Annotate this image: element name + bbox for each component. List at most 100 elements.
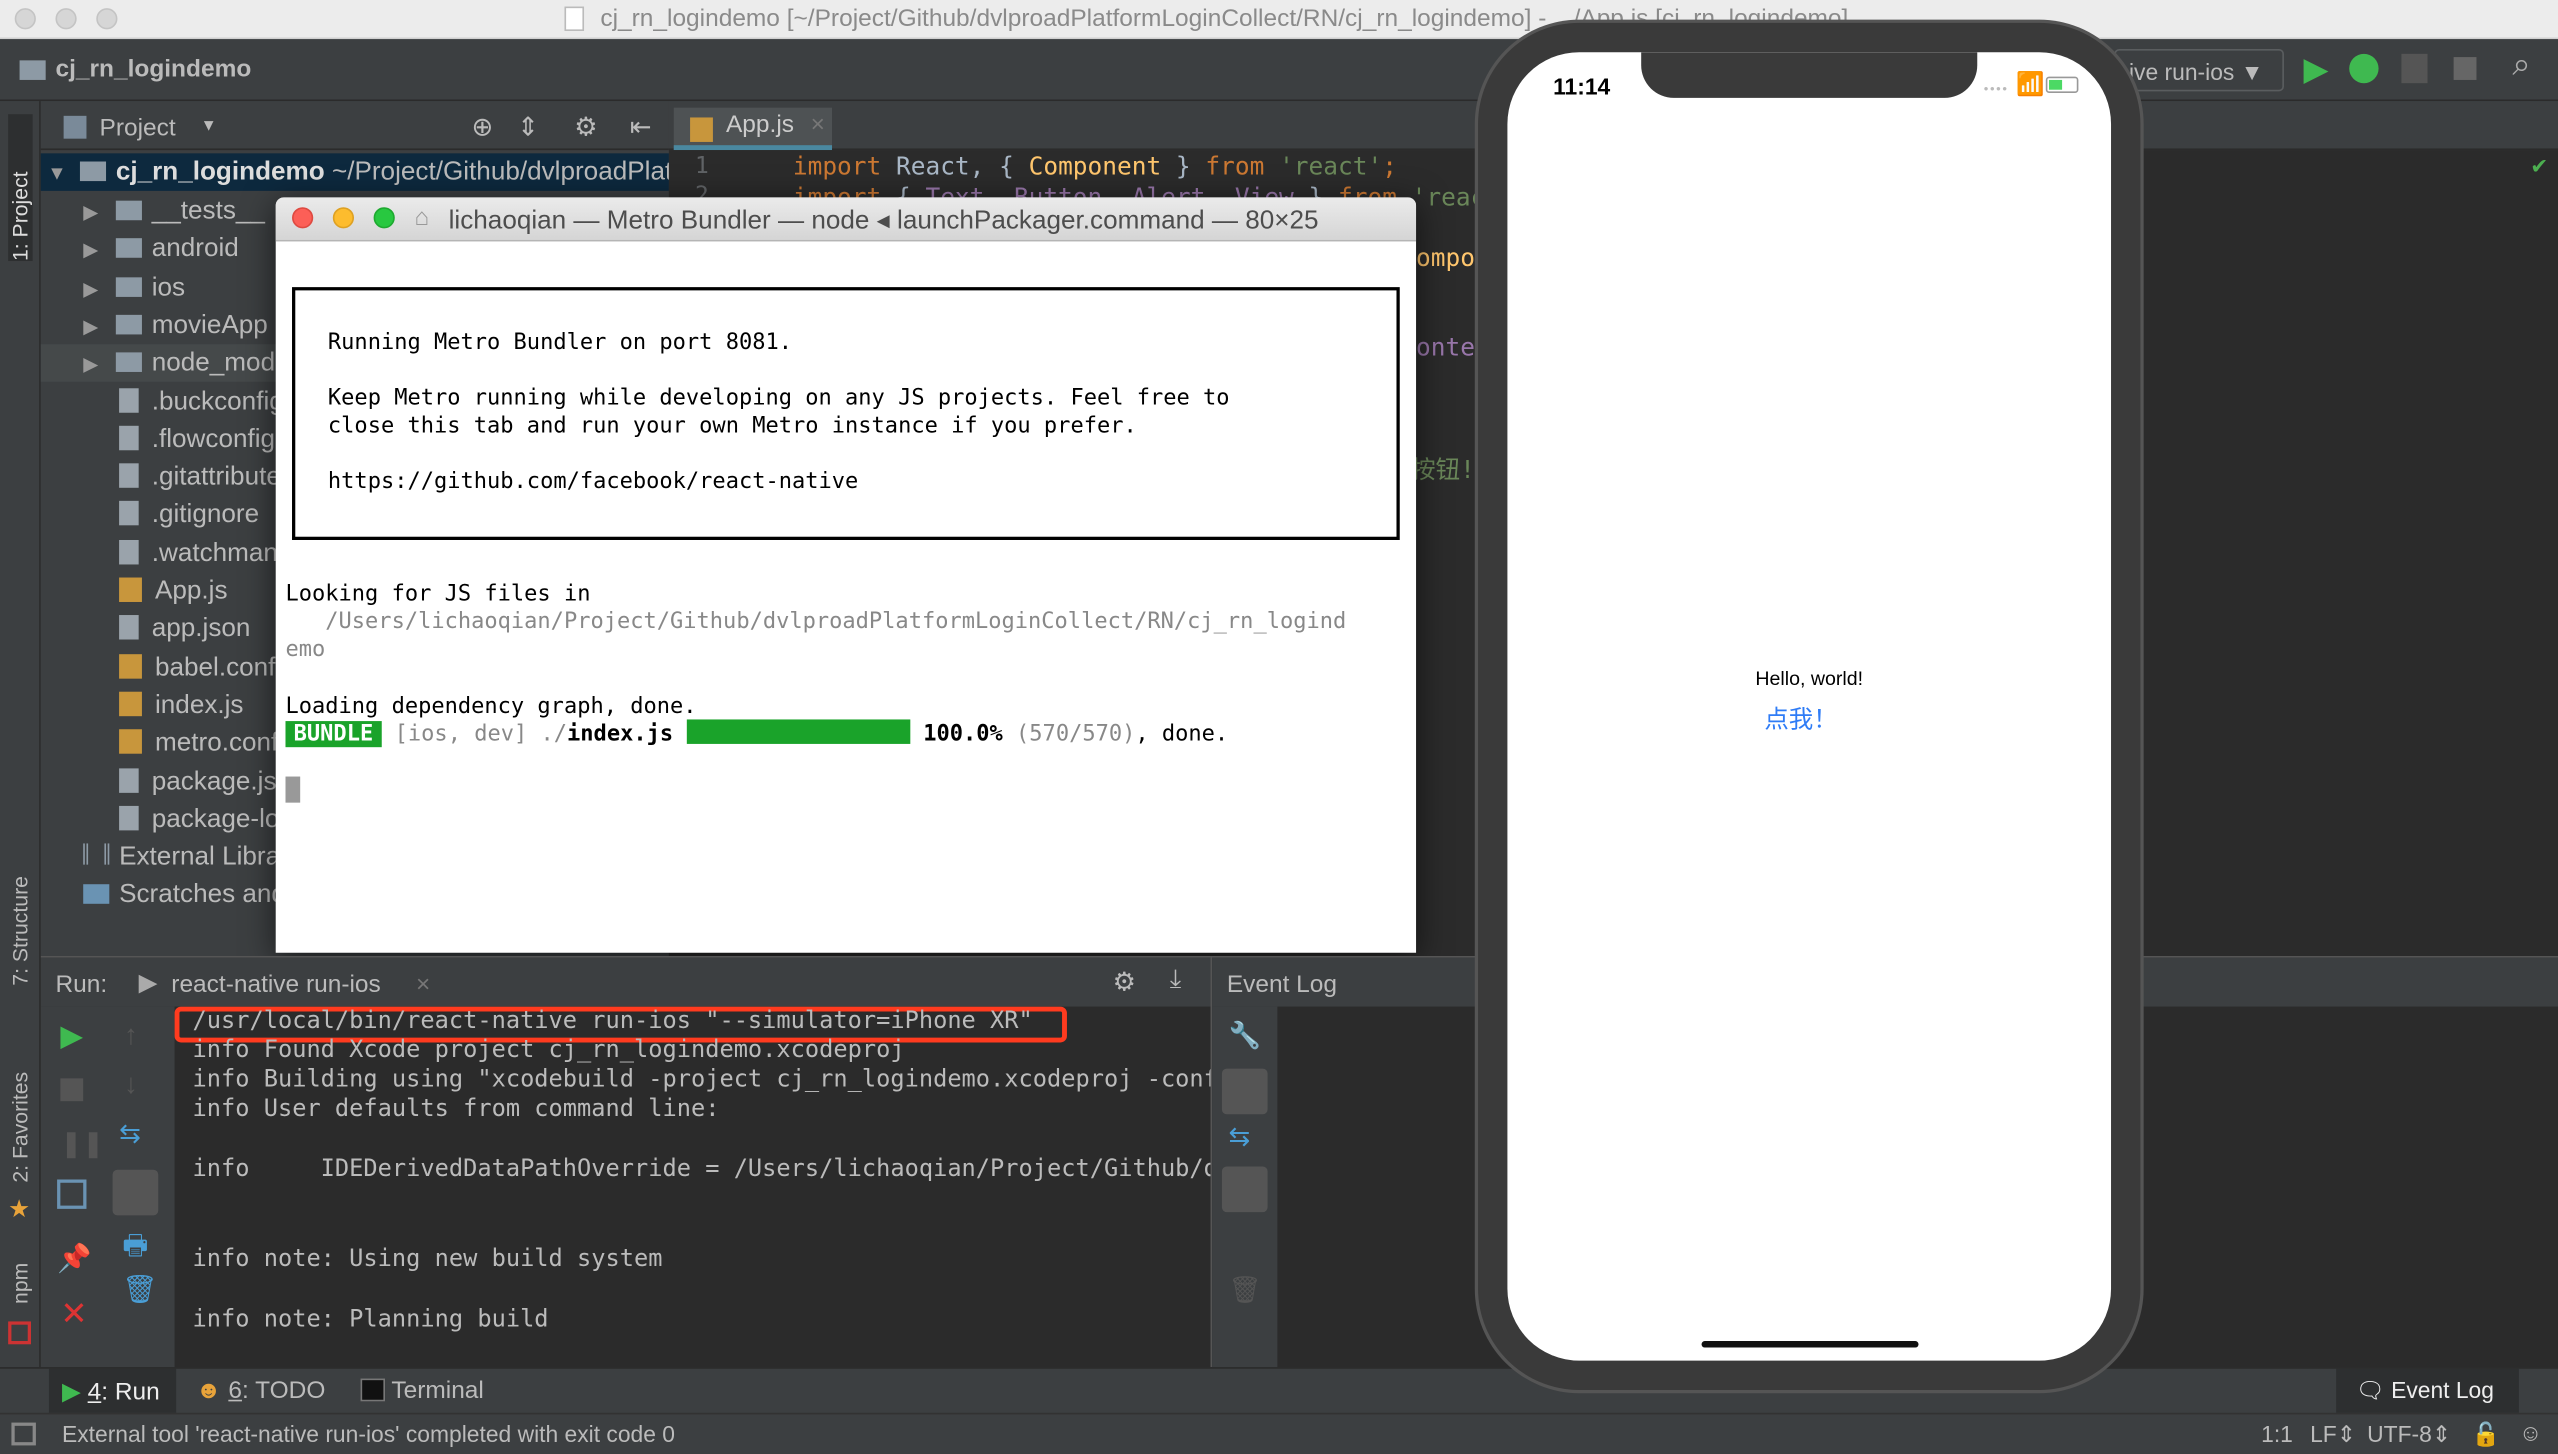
hide-panel-icon[interactable]: ⇤ xyxy=(630,111,652,144)
collapsed-arrow-icon: ▶ xyxy=(83,238,99,262)
chevron-down-icon: ▼ xyxy=(2240,58,2264,85)
terminal-titlebar: ⌂ lichaoqian — Metro Bundler — node ◂ la… xyxy=(275,197,1417,242)
battery-level xyxy=(2049,79,2063,90)
run-panel-header: Run: ▶ react-native run-ios × ⚙ ⤓ xyxy=(40,957,1211,1007)
project-tool-tab[interactable]: 1: Project xyxy=(8,114,33,262)
tab-label: : TODO xyxy=(241,1376,326,1405)
tree-item-label: ios xyxy=(151,273,186,302)
caret-position[interactable]: 1:1 xyxy=(2261,1421,2293,1447)
run-config-icon: ▶ xyxy=(138,969,158,997)
terminal-line: Loading dependency graph, done. xyxy=(285,693,697,720)
run-tab[interactable]: react-native run-ios xyxy=(171,971,380,999)
npm-icon xyxy=(8,1321,31,1345)
up-arrow-icon[interactable]: ↑ xyxy=(124,1020,138,1053)
encoding-selector[interactable]: UTF-8⇕ xyxy=(2367,1421,2451,1449)
keyword: import xyxy=(792,151,882,182)
line-separator-selector[interactable]: LF⇕ xyxy=(2310,1421,2356,1449)
run-icon: ▶ xyxy=(61,1378,81,1407)
event-log-title: Event Log xyxy=(1226,970,1338,999)
close-terminal-button[interactable] xyxy=(292,207,314,229)
code-fragment: 按钮! xyxy=(1411,455,1475,485)
settings-wrench-icon[interactable]: 🔧 xyxy=(1228,1020,1261,1053)
run-configuration-dropdown[interactable]: ive run-ios ▼ xyxy=(2114,48,2284,92)
layout-icon[interactable] xyxy=(57,1179,87,1209)
print-icon[interactable]: 🖶 xyxy=(122,1225,148,1272)
toggle-panels-icon[interactable] xyxy=(11,1422,36,1446)
bundle-badge: BUNDLE xyxy=(285,721,382,748)
zoom-window-button[interactable] xyxy=(96,8,118,30)
favorites-tool-tab[interactable]: 2: Favorites xyxy=(8,1072,32,1183)
tap-me-button[interactable]: 点我！ xyxy=(1507,702,2094,736)
npm-tool-tab[interactable]: npm xyxy=(8,1263,32,1304)
lock-icon[interactable]: 🔓 xyxy=(2472,1421,2500,1449)
hello-text: Hello, world! xyxy=(1755,667,1864,691)
code-text: React, { xyxy=(881,151,1029,182)
terminal-link[interactable]: https://github.com/facebook/react-native xyxy=(328,468,858,494)
tree-item-label: app.json xyxy=(151,615,251,644)
zoom-terminal-button[interactable] xyxy=(373,207,395,229)
tree-item-label: movieApp xyxy=(151,311,268,340)
bundle-file: index.js xyxy=(567,721,674,748)
gear-icon[interactable]: ⚙ xyxy=(574,111,597,144)
minimize-window-button[interactable] xyxy=(55,8,77,30)
down-arrow-icon[interactable]: ↓ xyxy=(124,1069,138,1102)
run-icon[interactable]: ▶ xyxy=(2304,49,2329,90)
mark-all-read-icon[interactable] xyxy=(1221,1068,1268,1115)
close-window-button[interactable] xyxy=(14,8,36,30)
tab-app-js[interactable]: App.js × xyxy=(673,107,833,151)
trash-icon[interactable]: 🗑 xyxy=(122,1274,157,1307)
tree-root[interactable]: ▼cj_rn_logindemo ~/Project/Github/dvlpro… xyxy=(40,153,1112,191)
scroll-to-end-icon[interactable] xyxy=(112,1169,159,1216)
trash-icon[interactable]: 🗑 xyxy=(1228,1274,1261,1307)
todo-icon: ☻ xyxy=(195,1376,222,1405)
js-file-icon xyxy=(119,577,142,602)
speech-bubble-icon: 🗨 xyxy=(2355,1376,2385,1404)
chevron-down-icon[interactable]: ▼ xyxy=(201,117,217,135)
soft-wrap-icon[interactable]: ⇆ xyxy=(119,1118,141,1151)
pause-icon[interactable]: ❚❚ xyxy=(60,1127,104,1160)
rerun-icon[interactable]: ▶ xyxy=(60,1020,83,1054)
folder-icon xyxy=(115,238,142,259)
pin-icon[interactable]: 📌 xyxy=(57,1243,92,1276)
structure-tool-tab[interactable]: 7: Structure xyxy=(8,876,32,986)
breadcrumb[interactable]: cj_rn_logindemo xyxy=(55,55,251,83)
console-line: info note: Using new build system xyxy=(192,1246,663,1273)
soft-wrap-icon[interactable]: ⇆ xyxy=(1228,1121,1250,1154)
locate-icon[interactable]: ⊕ xyxy=(471,111,493,144)
gear-icon[interactable]: ⚙ xyxy=(1113,966,1136,999)
terminal-line: Keep Metro running while developing on a… xyxy=(327,385,1230,412)
tab-label: Terminal xyxy=(391,1376,484,1405)
close-tab-icon[interactable]: × xyxy=(811,111,825,139)
search-icon[interactable]: ⌕ xyxy=(2512,47,2530,85)
profile-icon[interactable] xyxy=(2401,53,2428,84)
tab-label: : Run xyxy=(101,1378,160,1407)
file-icon xyxy=(119,615,139,640)
hide-panel-icon[interactable]: ⤓ xyxy=(1170,966,1182,995)
run-console[interactable]: /usr/local/bin/react-native run-ios "--s… xyxy=(174,1006,1210,1369)
terminal-cursor xyxy=(285,776,301,803)
close-tab-icon[interactable]: × xyxy=(416,971,430,999)
notch xyxy=(1641,52,1978,98)
project-view-selector[interactable]: Project xyxy=(100,114,176,142)
line-number: 1 xyxy=(694,153,709,180)
close-icon[interactable]: ✕ xyxy=(60,1294,87,1335)
event-log-button[interactable]: 🗨 Event Log xyxy=(2336,1368,2519,1415)
status-message: External tool 'react-native run-ios' com… xyxy=(61,1420,676,1448)
stop-icon[interactable] xyxy=(60,1078,84,1102)
tab-todo[interactable]: ☻ 6: TODO xyxy=(196,1377,326,1405)
js-file-icon xyxy=(690,117,713,142)
tab-terminal[interactable]: Terminal xyxy=(360,1376,484,1405)
stop-icon[interactable] xyxy=(2453,57,2477,80)
minimize-terminal-button[interactable] xyxy=(332,207,355,229)
scroll-to-end-icon[interactable] xyxy=(1221,1166,1268,1213)
terminal-icon xyxy=(360,1378,386,1402)
tab-run[interactable]: ▶ 4: Run xyxy=(48,1368,177,1415)
collapse-all-icon[interactable]: ⇕ xyxy=(517,111,539,144)
inspector-icon[interactable]: ☺ xyxy=(2519,1419,2542,1445)
wifi-icon: 📶 xyxy=(2016,70,2045,97)
simulator-screen[interactable]: 11:14 •••• 📶 Hello, world! 点我！ xyxy=(1507,52,2112,1361)
terminal-title: lichaoqian — Metro Bundler — node ◂ laun… xyxy=(448,207,1319,235)
home-indicator[interactable] xyxy=(1701,1341,1919,1348)
terminal-window: ⌂ lichaoqian — Metro Bundler — node ◂ la… xyxy=(275,197,1417,953)
debug-icon[interactable] xyxy=(2349,53,2379,84)
